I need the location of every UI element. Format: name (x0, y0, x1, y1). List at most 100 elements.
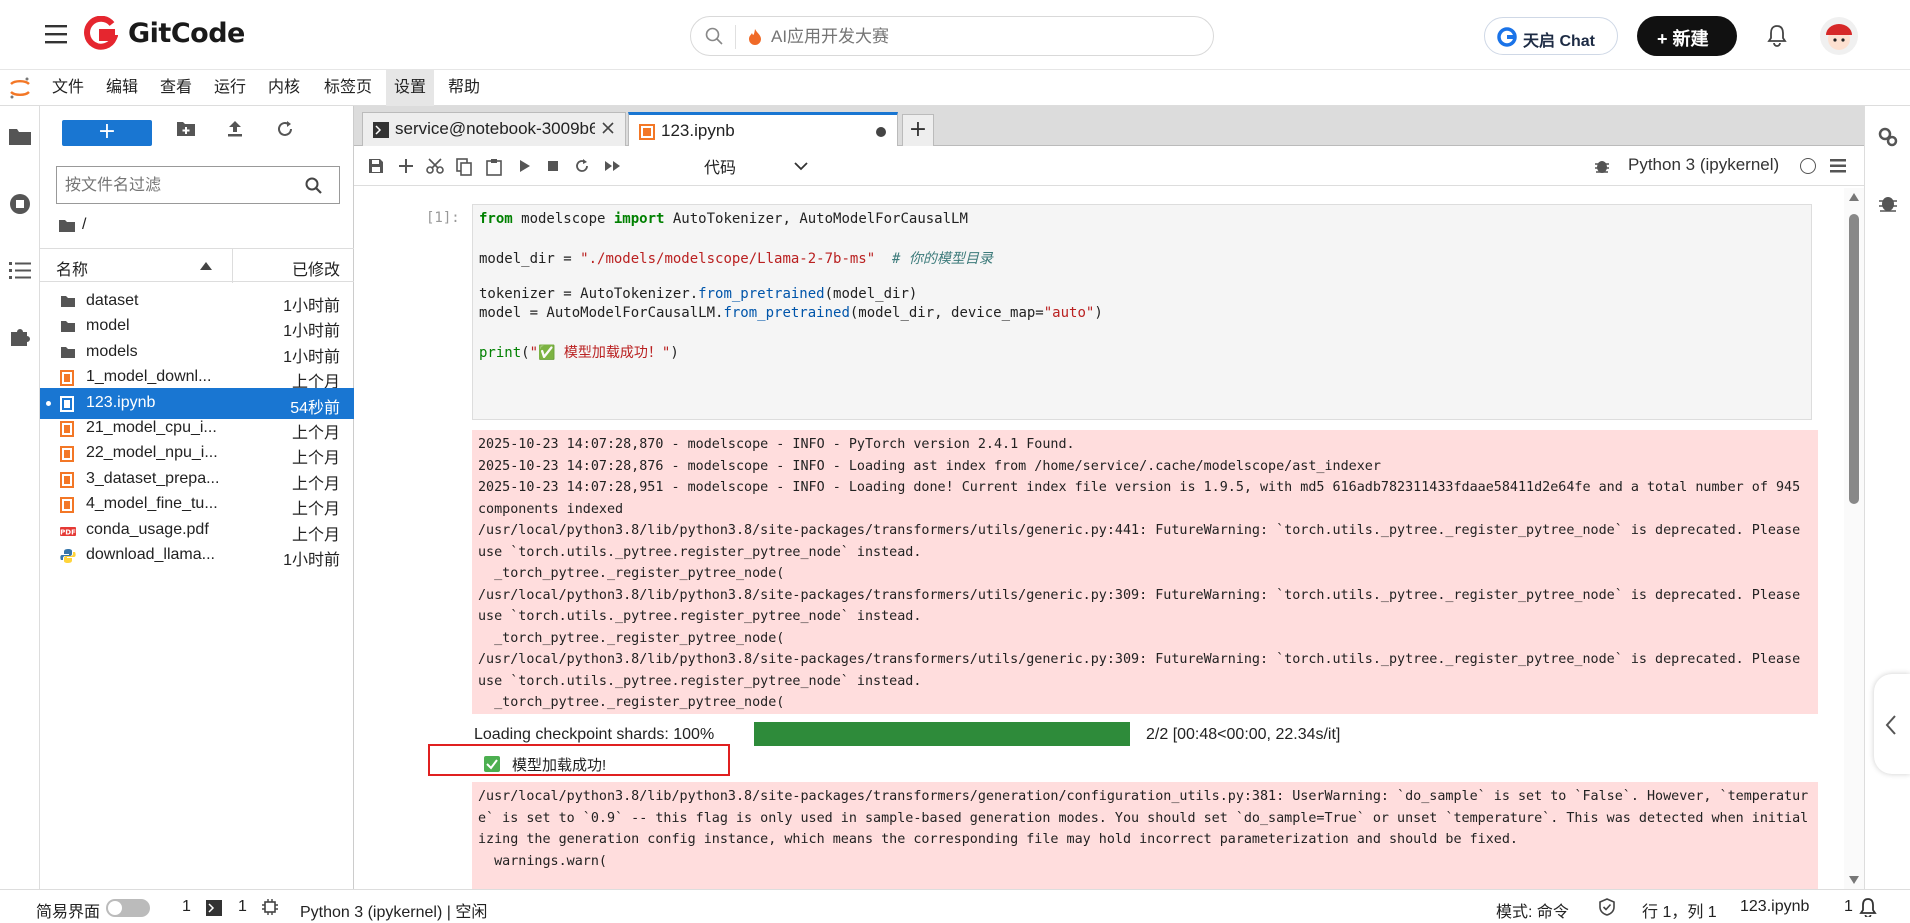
mode-indicator[interactable]: 模式: 命令 (1496, 898, 1569, 922)
terminal-count[interactable]: 1 (182, 898, 191, 916)
notebook-icon (639, 124, 655, 140)
run-icon[interactable] (518, 158, 532, 174)
file-filter[interactable] (56, 166, 340, 204)
folder-icon (58, 218, 76, 233)
copy-icon[interactable] (456, 158, 472, 176)
gitcode-logo-icon[interactable] (84, 16, 118, 52)
save-icon[interactable] (368, 158, 384, 174)
notification-count[interactable]: 1 (1844, 898, 1853, 916)
bell-icon[interactable] (1766, 23, 1788, 47)
notebook-icon (60, 471, 74, 488)
new-folder-icon[interactable] (176, 120, 196, 138)
paste-icon[interactable] (486, 158, 502, 176)
search-input[interactable] (771, 25, 1171, 49)
menu-edit[interactable]: 编辑 (98, 70, 146, 106)
main-area: service@notebook-3009b6 123.ipynb + 代码 P… (354, 106, 1864, 889)
fast-forward-icon[interactable] (604, 158, 622, 174)
extension-puzzle-icon[interactable] (8, 324, 32, 348)
terminal-icon[interactable] (206, 900, 222, 916)
menu-file[interactable]: 文件 (44, 70, 92, 106)
new-launcher-button[interactable]: + (62, 120, 152, 146)
restart-icon[interactable] (574, 158, 590, 174)
highlight-box (428, 744, 730, 776)
file-list-header: 名称 已修改 (40, 248, 354, 283)
tab-label: service@notebook-3009b6 (395, 119, 595, 138)
progress-stats: 2/2 [00:48<00:00, 22.34s/it] (1146, 726, 1341, 743)
new-label: + 新建 (1657, 29, 1709, 49)
add-tab-button[interactable]: + (902, 114, 934, 146)
cut-icon[interactable] (426, 158, 444, 174)
menu-tabs[interactable]: 标签页 (316, 70, 380, 106)
file-name: dataset (86, 292, 139, 309)
file-filter-input[interactable] (65, 175, 285, 197)
file-row[interactable]: download_llama... 1小时前 (40, 540, 354, 571)
file-name: 3_dataset_prepa... (86, 469, 220, 487)
hamburger-icon[interactable] (44, 22, 68, 46)
file-name: 21_model_cpu_i... (86, 419, 217, 436)
cell-type-select[interactable]: 代码 (704, 154, 736, 178)
scroll-down-icon[interactable] (1848, 875, 1860, 885)
scroll-up-icon[interactable] (1848, 192, 1860, 202)
close-icon[interactable] (601, 121, 615, 135)
menu-kernel[interactable]: 内核 (260, 70, 308, 106)
upload-icon[interactable] (226, 120, 244, 138)
menu-run[interactable]: 运行 (206, 70, 254, 106)
bell-icon[interactable] (1858, 897, 1878, 917)
tianqi-chat-button[interactable]: 天启 Chat (1484, 17, 1618, 55)
menu-view[interactable]: 查看 (152, 70, 200, 106)
notebook-icon (60, 497, 74, 514)
simple-mode-label: 简易界面 (36, 904, 101, 921)
menu-bar: 文件 编辑 查看 运行 内核 标签页 设置 帮助 (0, 70, 1910, 106)
menu-help[interactable]: 帮助 (440, 70, 488, 106)
new-button[interactable]: + 新建 (1637, 16, 1737, 56)
notebook-icon (60, 395, 74, 412)
notebook-panel: [1]: from modelscope import AutoTokenize… (354, 188, 1844, 889)
cursor-position[interactable]: 行 1，列 1 (1642, 898, 1717, 922)
column-modified[interactable]: 已修改 (292, 256, 340, 280)
stop-icon[interactable] (546, 158, 560, 174)
tab-notebook[interactable]: 123.ipynb (628, 112, 898, 147)
menu-settings[interactable]: 设置 (386, 70, 435, 106)
kernel-name[interactable]: Python 3 (ipykernel) (1628, 155, 1779, 175)
kernel-status[interactable]: Python 3 (ipykernel) | 空闲 (300, 898, 487, 922)
notebook-icon (60, 370, 74, 387)
tab-terminal[interactable]: service@notebook-3009b6 (362, 112, 626, 146)
notebook-icon (60, 421, 74, 437)
code-line-2: model_dir = "./models/modelscope/Llama-2… (479, 251, 993, 267)
folder-icon (60, 294, 76, 308)
running-stop-icon[interactable] (8, 192, 32, 216)
refresh-icon[interactable] (276, 120, 294, 138)
pdf-icon: PDF (60, 523, 76, 539)
debugger-bug-icon[interactable] (1594, 158, 1610, 174)
column-name[interactable]: 名称 (56, 256, 88, 280)
search-divider (735, 25, 736, 49)
kernel-chip-icon[interactable] (262, 899, 278, 915)
folder-icon[interactable] (8, 126, 32, 146)
property-inspector-gear-icon[interactable] (1877, 126, 1899, 148)
notebook-scrollbar[interactable] (1844, 188, 1864, 889)
code-line-1: from modelscope import AutoTokenizer, Au… (479, 211, 968, 227)
file-name: 22_model_npu_i... (86, 444, 218, 462)
sort-up-icon[interactable] (200, 262, 212, 270)
code-cell[interactable]: from modelscope import AutoTokenizer, Au… (472, 204, 1812, 420)
column-divider[interactable] (232, 249, 233, 283)
chevron-down-icon[interactable] (794, 161, 808, 171)
collapse-panel-button[interactable] (1874, 674, 1910, 774)
avatar[interactable] (1820, 17, 1858, 55)
global-search[interactable] (690, 16, 1214, 56)
add-cell-icon[interactable] (398, 158, 414, 174)
warning-output: /usr/local/python3.8/lib/python3.8/site-… (472, 782, 1818, 889)
fire-icon (747, 28, 763, 46)
top-header: GitCode 天启 Chat + 新建 (0, 0, 1910, 70)
debugger-bug-icon[interactable] (1877, 192, 1899, 214)
scrollbar-thumb[interactable] (1849, 214, 1859, 504)
brand-name[interactable]: GitCode (128, 18, 245, 49)
simple-mode-toggle[interactable] (106, 899, 150, 917)
unsaved-dot-icon[interactable] (875, 126, 887, 138)
shield-check-icon[interactable] (1598, 898, 1616, 916)
terminal-icon (373, 122, 389, 138)
kernel-count[interactable]: 1 (238, 898, 247, 916)
menu-icon[interactable] (1830, 159, 1846, 173)
toc-list-icon[interactable] (8, 260, 32, 280)
search-icon (305, 177, 323, 195)
